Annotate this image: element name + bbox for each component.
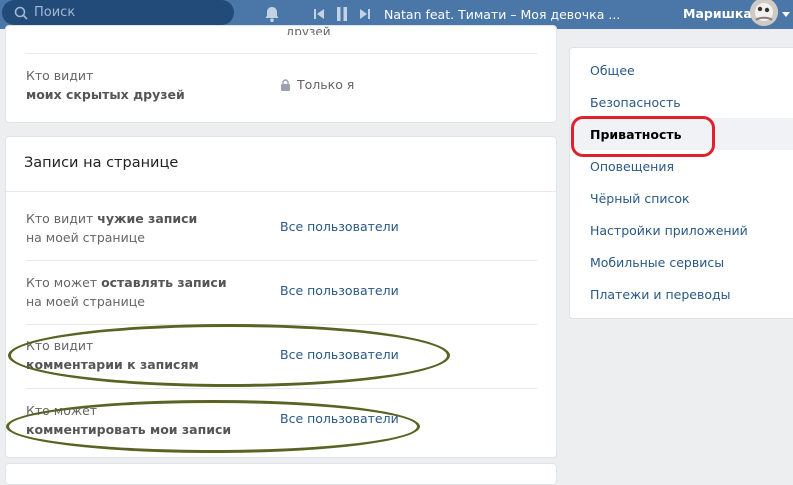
row-post-permission-value[interactable]: Все пользователи [280, 283, 399, 298]
bell-icon[interactable] [263, 5, 281, 23]
search-input[interactable]: Поиск [2, 0, 234, 25]
label-line2: на моей странице [26, 230, 145, 245]
avatar[interactable] [750, 0, 778, 26]
section-title: Записи на странице [24, 155, 179, 171]
menu-item-blacklist[interactable]: Чёрный список [590, 191, 690, 206]
row-divider [26, 26, 537, 54]
label-plain: Кто видит [26, 211, 98, 226]
menu-item-notifications[interactable]: Оповещения [590, 159, 674, 174]
hidden-friends-value-text: Только я [297, 77, 355, 92]
menu-item-general[interactable]: Общее [590, 63, 635, 78]
row-foreign-posts-value[interactable]: Все пользователи [280, 219, 399, 234]
label-plain: Кто может [26, 275, 102, 290]
menu-item-app-settings[interactable]: Настройки приложений [590, 223, 748, 238]
next-card-partial [5, 463, 557, 485]
hidden-friends-value[interactable]: Только я [280, 77, 354, 92]
privacy-card-friends: друзей Кто видит моих скрытых друзей Тол… [5, 25, 557, 123]
olive-highlight-oval [6, 400, 420, 453]
search-placeholder: Поиск [34, 5, 76, 20]
next-track-icon[interactable] [359, 6, 371, 22]
settings-menu: Общее Безопасность Приватность Оповещени… [569, 47, 793, 319]
menu-item-security[interactable]: Безопасность [590, 95, 681, 110]
section-divider [6, 191, 556, 192]
red-highlight-oval [571, 116, 715, 157]
search-icon [14, 6, 28, 20]
label-bold: оставлять записи [101, 275, 227, 290]
user-name[interactable]: Маришка [683, 6, 752, 21]
chevron-down-icon[interactable] [782, 12, 790, 17]
now-playing-track[interactable]: Natan feat. Тимати – Моя девочка ... [384, 7, 620, 22]
menu-item-payments[interactable]: Платежи и переводы [590, 287, 731, 302]
row-divider [26, 260, 537, 261]
menu-item-mobile-services[interactable]: Мобильные сервисы [590, 255, 724, 270]
label-bold: моих скрытых друзей [26, 87, 185, 102]
hidden-friends-label: Кто видит моих скрытых друзей [26, 66, 185, 104]
label-bold: чужие записи [97, 211, 198, 226]
row-foreign-posts-label: Кто видит чужие записи на моей странице [26, 209, 197, 247]
pause-icon[interactable] [335, 6, 349, 22]
row-divider [26, 388, 537, 389]
row-post-permission-label: Кто может оставлять записи на моей стран… [26, 273, 227, 311]
lock-icon [281, 78, 290, 91]
previous-track-icon[interactable] [313, 6, 325, 22]
label-line2: на моей странице [26, 294, 145, 309]
label-plain: Кто видит [26, 68, 94, 83]
olive-highlight-oval [8, 324, 450, 387]
